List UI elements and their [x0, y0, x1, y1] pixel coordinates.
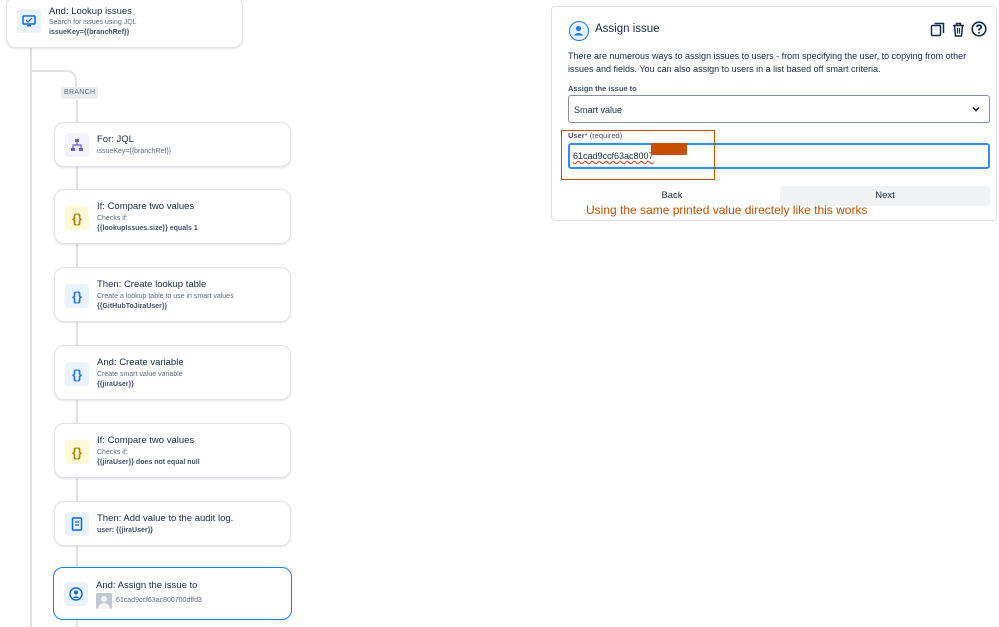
highlight-box [561, 130, 715, 180]
panel-description: There are numerous ways to assign issues… [568, 51, 967, 74]
assign-to-value: Smart value [574, 105, 623, 115]
node-title: Create lookup table [123, 279, 207, 290]
node-prefix: If: [97, 435, 105, 446]
node-prefix: Then: [97, 513, 122, 524]
curly-braces-icon: {} [65, 284, 89, 308]
node-prefix: And: [97, 357, 117, 368]
node-detail: issueKey={{branchRef}} [49, 29, 130, 36]
help-icon[interactable] [970, 20, 988, 38]
rule-node-if-compare[interactable]: {} If: Compare two values Checks if: {{l… [54, 189, 291, 244]
node-title: Compare two values [107, 435, 195, 446]
panel-title: Assign issue [595, 23, 660, 35]
node-subtitle: Checks if: [97, 215, 128, 222]
node-subtitle: Checks if: [97, 449, 128, 456]
node-subtitle: Create a lookup table to use in smart va… [97, 293, 234, 300]
node-subtitle: Create smart value variable [97, 371, 183, 378]
chevron-down-icon [971, 104, 981, 116]
node-detail: {{jiraUser}} [97, 381, 134, 388]
node-title: Create variable [119, 357, 184, 368]
curly-braces-icon: {} [65, 440, 89, 464]
assign-to-select[interactable]: Smart value [568, 95, 990, 123]
rule-node-create-variable[interactable]: {} And: Create variable Create smart val… [54, 345, 291, 400]
node-subtitle: 61cad9ccf63ac800700dffd3 [116, 597, 202, 604]
node-detail: {{jiraUser}} does not equal null [97, 459, 200, 466]
node-title: JQL [116, 134, 134, 145]
rule-node-assign-issue[interactable]: And: Assign the issue to 61cad9ccf63ac80… [53, 567, 292, 620]
node-title: Lookup issues [71, 6, 132, 17]
node-subtitle: Search for issues using JQL [49, 19, 137, 26]
document-icon [65, 512, 89, 536]
user-circle-icon [64, 582, 88, 606]
user-avatar [96, 593, 112, 609]
user-circle-icon [569, 21, 589, 41]
node-prefix: Then: [97, 279, 122, 290]
curly-braces-icon: {} [65, 206, 89, 230]
node-title: Assign the issue to [117, 580, 198, 591]
node-prefix: If: [97, 201, 105, 212]
rule-node-lookup-issues[interactable]: And: Lookup issues Search for issues usi… [6, 0, 243, 48]
branch-tree-icon [65, 133, 89, 157]
node-detail: {{GitHubToJiraUser}} [97, 303, 168, 310]
curly-braces-icon: {} [65, 362, 89, 386]
rule-node-for-jql[interactable]: For: JQL issueKey={{branchRef}} [54, 122, 291, 167]
assign-to-label: Assign the issue to [568, 84, 637, 93]
node-title: Compare two values [107, 201, 195, 212]
monitor-icon [17, 9, 41, 33]
trash-icon[interactable] [949, 20, 967, 38]
node-subtitle: issueKey={{branchRef}} [97, 148, 172, 155]
node-title: Add value to the audit log. [123, 513, 234, 524]
node-prefix: And: [96, 580, 116, 591]
flow-connector-main [30, 48, 32, 627]
rule-node-create-lookup-table[interactable]: {} Then: Create lookup table Create a lo… [54, 267, 291, 322]
rule-node-audit-log[interactable]: Then: Add value to the audit log. user: … [54, 501, 291, 546]
annotation-note: Using the same printed value directely l… [586, 203, 868, 217]
rule-node-if-compare-2[interactable]: {} If: Compare two values Checks if: {{j… [54, 423, 291, 478]
node-prefix: And: [49, 6, 69, 17]
assign-issue-panel: Assign issue There are numerous ways to … [551, 6, 997, 221]
copy-icon[interactable] [928, 20, 946, 38]
branch-tag: BRANCH [61, 87, 99, 99]
node-prefix: For: [97, 134, 114, 145]
node-detail: {{lookupIssues.size}} equals 1 [97, 225, 198, 232]
node-detail: user: {{jiraUser}} [97, 527, 154, 534]
